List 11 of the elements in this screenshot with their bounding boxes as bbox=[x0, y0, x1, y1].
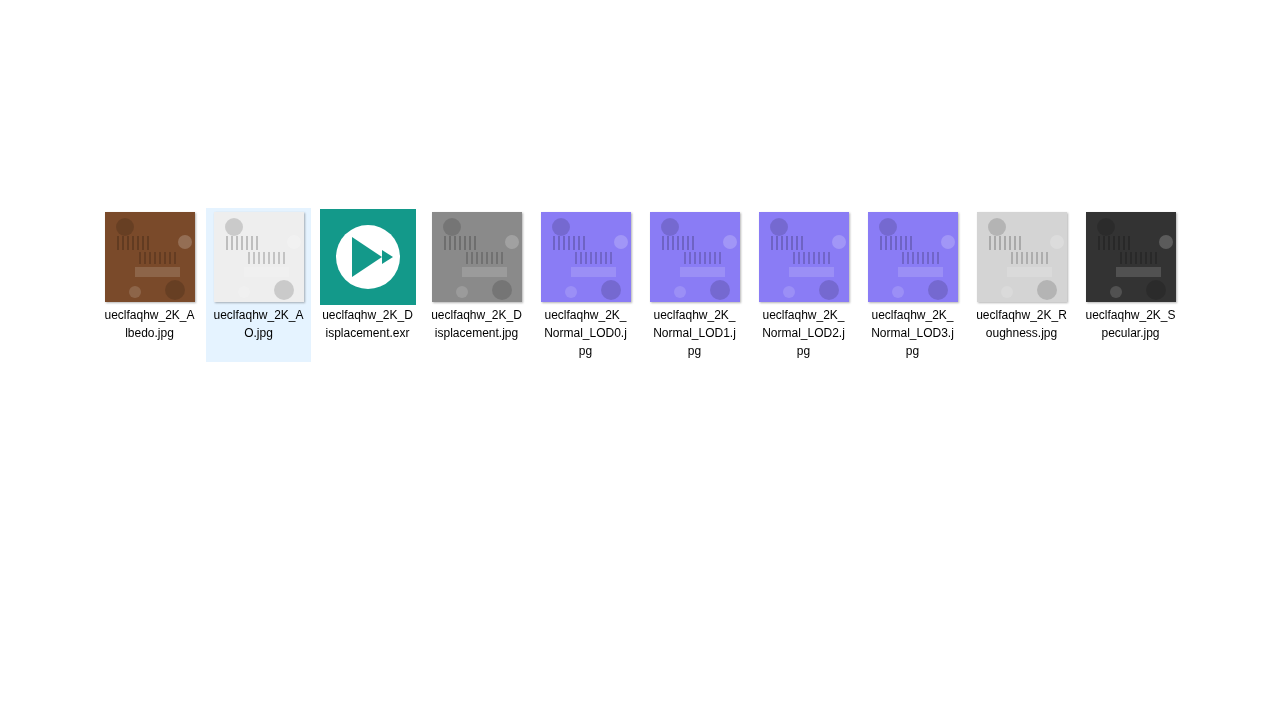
file-name: ueclfaqhw_2K_D isplacement.exr bbox=[322, 307, 413, 342]
file-name: ueclfaqhw_2K_A lbedo.jpg bbox=[104, 307, 195, 342]
file-name: ueclfaqhw_2K_ Normal_LOD0.j pg bbox=[544, 307, 627, 360]
file-name: ueclfaqhw_2K_ Normal_LOD3.j pg bbox=[871, 307, 954, 360]
file-name: ueclfaqhw_2K_R oughness.jpg bbox=[976, 307, 1067, 342]
file-name: ueclfaqhw_2K_A O.jpg bbox=[213, 307, 304, 342]
file-name: ueclfaqhw_2K_S pecular.jpg bbox=[1085, 307, 1176, 342]
file-name: ueclfaqhw_2K_ Normal_LOD1.j pg bbox=[653, 307, 736, 360]
file-name: ueclfaqhw_2K_ Normal_LOD2.j pg bbox=[762, 307, 845, 360]
file-name: ueclfaqhw_2K_D isplacement.jpg bbox=[431, 307, 522, 342]
file-item[interactable]: ueclfaqhw_2K_A O.jpg bbox=[206, 208, 311, 362]
